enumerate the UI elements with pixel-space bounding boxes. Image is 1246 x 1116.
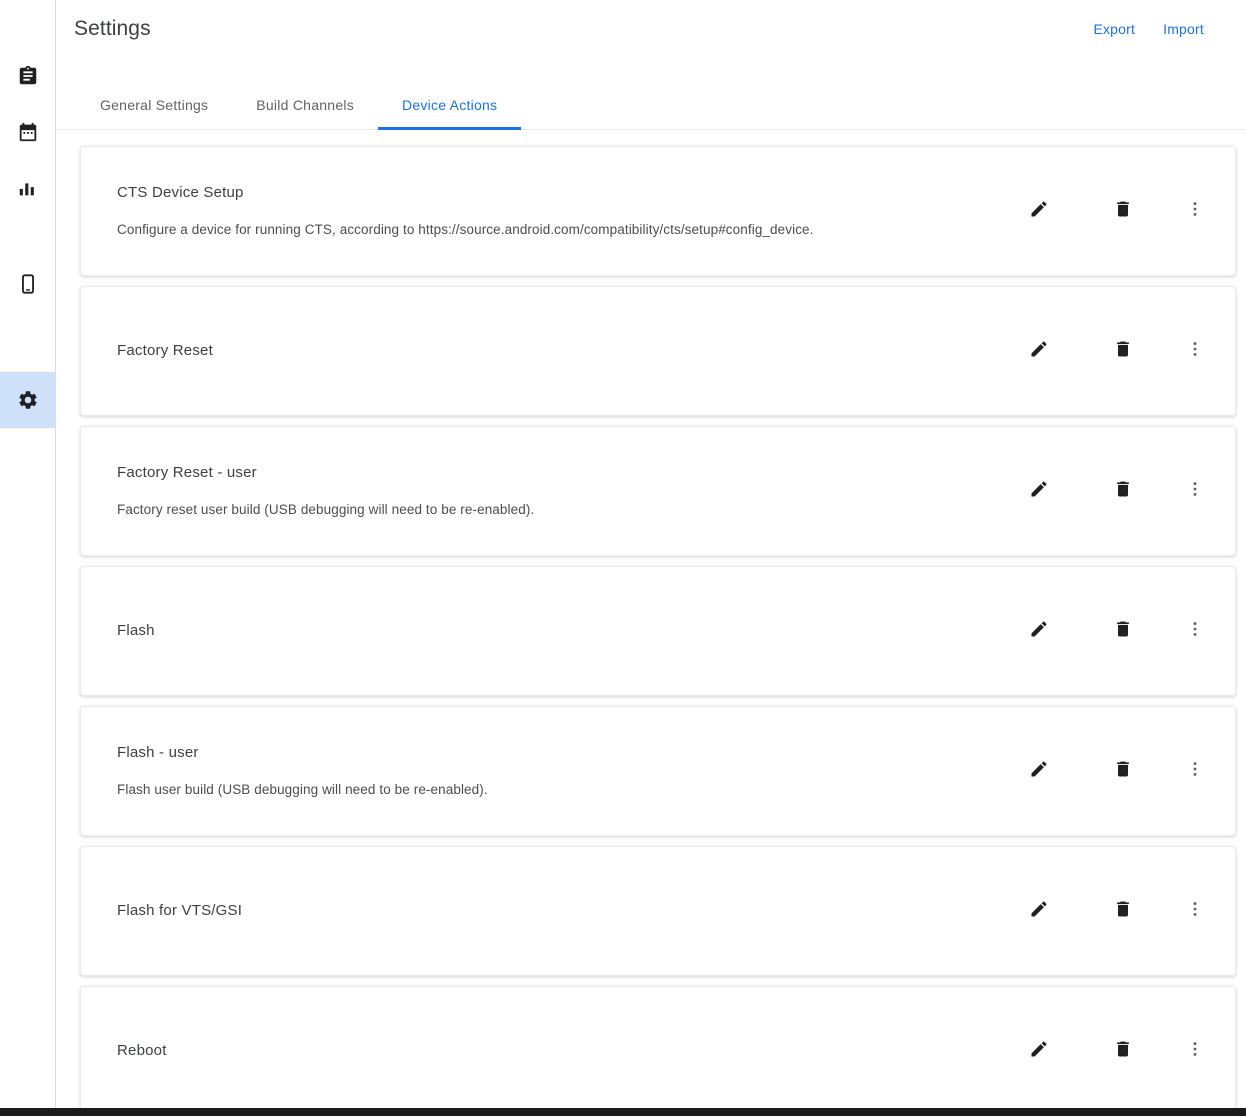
- trash-icon: [1113, 339, 1133, 364]
- device-action-card[interactable]: Flash: [80, 566, 1236, 696]
- edit-action-button[interactable]: [1019, 191, 1059, 231]
- pencil-icon: [1029, 1039, 1049, 1064]
- device-action-title: Flash: [117, 622, 155, 639]
- export-button[interactable]: Export: [1079, 13, 1149, 45]
- more-vertical-icon: [1185, 479, 1205, 504]
- trash-icon: [1113, 899, 1133, 924]
- device-action-title: Flash - user: [117, 744, 199, 761]
- left-nav-rail: [0, 0, 56, 1108]
- assignment-icon: [17, 65, 39, 87]
- device-action-description: Configure a device for running CTS, acco…: [117, 222, 814, 237]
- page-title: Settings: [74, 17, 151, 40]
- more-options-button[interactable]: [1175, 191, 1215, 231]
- sidebar-item-devices[interactable]: [0, 256, 56, 312]
- device-action-description: Flash user build (USB debugging will nee…: [117, 782, 488, 797]
- trash-icon: [1113, 619, 1133, 644]
- device-action-title: Flash for VTS/GSI: [117, 902, 243, 919]
- device-action-card[interactable]: Flash - user Flash user build (USB debug…: [80, 706, 1236, 836]
- card-action-group: [1019, 191, 1215, 231]
- device-action-card[interactable]: Factory Reset: [80, 286, 1236, 416]
- card-action-group: [1019, 331, 1215, 371]
- more-options-button[interactable]: [1175, 611, 1215, 651]
- main-panel: Settings Export Import General Settings …: [56, 0, 1246, 1108]
- gear-icon: [17, 389, 39, 411]
- card-action-group: [1019, 1031, 1215, 1071]
- device-actions-list: CTS Device Setup Configure a device for …: [56, 130, 1246, 1108]
- edit-action-button[interactable]: [1019, 751, 1059, 791]
- edit-action-button[interactable]: [1019, 1031, 1059, 1071]
- delete-action-button[interactable]: [1103, 191, 1143, 231]
- trash-icon: [1113, 199, 1133, 224]
- settings-app: Settings Export Import General Settings …: [0, 0, 1246, 1116]
- edit-action-button[interactable]: [1019, 331, 1059, 371]
- page-header: Settings Export Import: [56, 0, 1246, 58]
- delete-action-button[interactable]: [1103, 471, 1143, 511]
- pencil-icon: [1029, 899, 1049, 924]
- device-action-title: Factory Reset: [117, 342, 213, 359]
- pencil-icon: [1029, 619, 1049, 644]
- card-text-block: CTS Device Setup Configure a device for …: [117, 183, 1019, 239]
- nav-gap-lower: [0, 312, 55, 372]
- card-text-block: Flash - user Flash user build (USB debug…: [117, 743, 1019, 799]
- card-action-group: [1019, 611, 1215, 651]
- sidebar-item-analytics[interactable]: [0, 160, 56, 216]
- edit-action-button[interactable]: [1019, 891, 1059, 931]
- sidebar-item-settings[interactable]: [0, 372, 56, 428]
- tab-build-channels[interactable]: Build Channels: [232, 81, 378, 129]
- delete-action-button[interactable]: [1103, 891, 1143, 931]
- sidebar-item-assignment[interactable]: [0, 48, 56, 104]
- more-vertical-icon: [1185, 759, 1205, 784]
- card-action-group: [1019, 471, 1215, 511]
- smartphone-icon: [17, 273, 39, 295]
- delete-action-button[interactable]: [1103, 611, 1143, 651]
- device-action-card[interactable]: Flash for VTS/GSI: [80, 846, 1236, 976]
- calendar-icon: [17, 121, 39, 143]
- device-action-title: Factory Reset - user: [117, 464, 257, 481]
- pencil-icon: [1029, 339, 1049, 364]
- settings-tabbar: General Settings Build Channels Device A…: [56, 58, 1246, 130]
- bottom-strip: [0, 1108, 1246, 1116]
- tab-general-settings[interactable]: General Settings: [76, 81, 232, 129]
- card-text-block: Flash: [117, 621, 1019, 641]
- card-text-block: Factory Reset: [117, 341, 1019, 361]
- device-action-description: Factory reset user build (USB debugging …: [117, 502, 535, 517]
- more-vertical-icon: [1185, 899, 1205, 924]
- pencil-icon: [1029, 479, 1049, 504]
- nav-gap-upper: [0, 216, 55, 256]
- more-options-button[interactable]: [1175, 891, 1215, 931]
- more-vertical-icon: [1185, 199, 1205, 224]
- tab-device-actions[interactable]: Device Actions: [377, 81, 522, 130]
- device-action-title: Reboot: [117, 1042, 167, 1059]
- card-text-block: Reboot: [117, 1041, 1019, 1061]
- card-text-block: Flash for VTS/GSI: [117, 901, 1019, 921]
- more-options-button[interactable]: [1175, 751, 1215, 791]
- more-vertical-icon: [1185, 1039, 1205, 1064]
- import-button[interactable]: Import: [1149, 13, 1218, 45]
- device-action-card[interactable]: Factory Reset - user Factory reset user …: [80, 426, 1236, 556]
- delete-action-button[interactable]: [1103, 751, 1143, 791]
- card-text-block: Factory Reset - user Factory reset user …: [117, 463, 1019, 519]
- device-action-card[interactable]: Reboot: [80, 986, 1236, 1108]
- bar-chart-icon: [17, 177, 39, 199]
- pencil-icon: [1029, 759, 1049, 784]
- more-vertical-icon: [1185, 619, 1205, 644]
- card-action-group: [1019, 891, 1215, 931]
- trash-icon: [1113, 1039, 1133, 1064]
- trash-icon: [1113, 479, 1133, 504]
- device-action-card[interactable]: CTS Device Setup Configure a device for …: [80, 146, 1236, 276]
- pencil-icon: [1029, 199, 1049, 224]
- more-options-button[interactable]: [1175, 471, 1215, 511]
- delete-action-button[interactable]: [1103, 1031, 1143, 1071]
- sidebar-item-calendar[interactable]: [0, 104, 56, 160]
- delete-action-button[interactable]: [1103, 331, 1143, 371]
- device-action-title: CTS Device Setup: [117, 184, 244, 201]
- trash-icon: [1113, 759, 1133, 784]
- more-vertical-icon: [1185, 339, 1205, 364]
- edit-action-button[interactable]: [1019, 471, 1059, 511]
- card-action-group: [1019, 751, 1215, 791]
- edit-action-button[interactable]: [1019, 611, 1059, 651]
- more-options-button[interactable]: [1175, 1031, 1215, 1071]
- more-options-button[interactable]: [1175, 331, 1215, 371]
